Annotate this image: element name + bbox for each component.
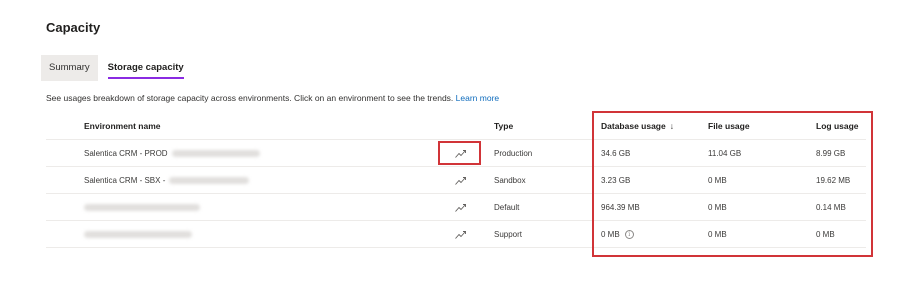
chart-trend-icon[interactable] [450, 226, 470, 242]
environment-name: Salentica CRM - SBX - [84, 175, 166, 185]
highlight-box-usage-columns [592, 111, 873, 257]
type-cell: Support [494, 229, 523, 239]
trend-cell [448, 194, 472, 220]
tab-summary[interactable]: Summary [41, 55, 98, 81]
chart-trend-icon[interactable] [450, 172, 470, 188]
description-body: See usages breakdown of storage capacity… [46, 93, 454, 103]
chart-trend-icon[interactable] [450, 199, 470, 215]
environment-name-cell[interactable]: Salentica CRM - PROD [84, 140, 260, 166]
tab-storage-capacity[interactable]: Storage capacity [100, 55, 192, 81]
description-text: See usages breakdown of storage capacity… [46, 93, 499, 103]
redacted-text [169, 176, 250, 184]
header-environment-name[interactable]: Environment name [84, 112, 161, 139]
environment-name-cell[interactable] [84, 194, 200, 220]
type-cell: Production [494, 148, 533, 158]
trend-cell [448, 167, 472, 193]
environment-name-cell[interactable]: Salentica CRM - SBX - [84, 167, 250, 193]
header-type[interactable]: Type [494, 112, 513, 139]
redacted-text [171, 149, 260, 157]
environment-name-cell[interactable] [84, 221, 192, 247]
page-title: Capacity [46, 20, 101, 35]
redacted-text [84, 203, 200, 211]
type-cell: Default [494, 202, 520, 212]
trend-cell [448, 221, 472, 247]
learn-more-link[interactable]: Learn more [456, 93, 499, 103]
type-cell: Sandbox [494, 175, 526, 185]
redacted-text [84, 230, 192, 238]
highlight-box-trend [438, 141, 481, 165]
tab-list: Summary Storage capacity [41, 55, 192, 81]
environment-name: Salentica CRM - PROD [84, 148, 168, 158]
